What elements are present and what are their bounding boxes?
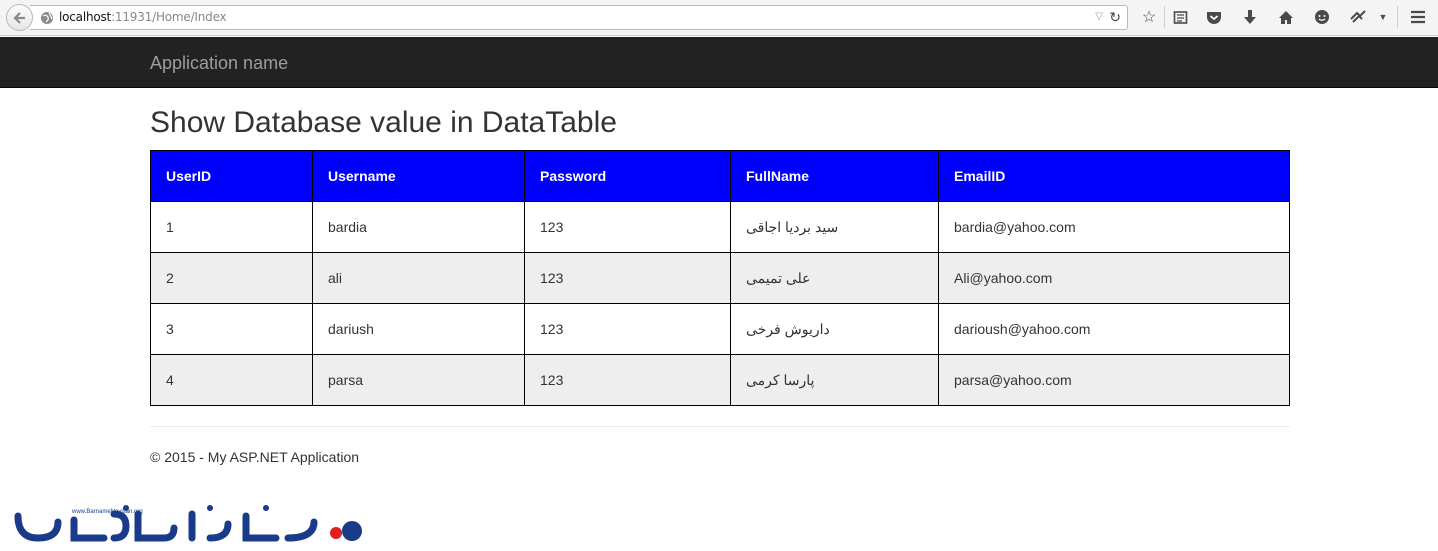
table-row: 2 ali 123 علی تمیمی Ali@yahoo.com xyxy=(150,252,1290,304)
site-logo-watermark: www.BarnameNevisan.org xyxy=(14,505,362,542)
url-text: localhost:11931/Home/Index xyxy=(59,10,227,24)
navbar: Application name xyxy=(0,37,1438,88)
reading-list-icon[interactable] xyxy=(1169,6,1191,28)
cell-userid: 3 xyxy=(150,303,313,355)
pocket-icon[interactable] xyxy=(1203,6,1225,28)
reload-icon[interactable]: ↻ xyxy=(1109,9,1121,26)
chat-icon[interactable] xyxy=(1311,6,1333,28)
cell-emailid: Ali@yahoo.com xyxy=(938,252,1290,304)
cell-emailid: bardia@yahoo.com xyxy=(938,201,1290,253)
cell-username: ali xyxy=(312,252,525,304)
cell-username: dariush xyxy=(312,303,525,355)
column-header-username[interactable]: Username xyxy=(312,150,525,202)
cell-userid: 4 xyxy=(150,354,313,406)
cell-password: 123 xyxy=(524,354,731,406)
footer-divider xyxy=(150,426,1290,427)
cell-userid: 2 xyxy=(150,252,313,304)
back-icon xyxy=(12,11,25,24)
column-header-emailid[interactable]: EmailID xyxy=(938,150,1290,202)
cell-emailid: parsa@yahoo.com xyxy=(938,354,1290,406)
table-row: 4 parsa 123 پارسا کرمی parsa@yahoo.com xyxy=(150,354,1290,406)
users-table: UserID Username Password FullName EmailI… xyxy=(150,150,1290,406)
download-icon[interactable] xyxy=(1239,6,1261,28)
extension-icon[interactable] xyxy=(1347,6,1369,28)
cell-fullname: پارسا کرمی xyxy=(730,354,939,406)
bookmark-star-icon[interactable]: ☆ xyxy=(1138,6,1160,28)
page-title: Show Database value in DataTable xyxy=(150,106,617,139)
menu-chevron-icon[interactable]: ▼ xyxy=(1372,6,1394,28)
back-button[interactable] xyxy=(6,4,33,31)
footer-copyright: © 2015 - My ASP.NET Application xyxy=(150,449,360,465)
cell-password: 123 xyxy=(524,303,731,355)
column-header-userid[interactable]: UserID xyxy=(150,150,313,202)
cell-password: 123 xyxy=(524,252,731,304)
browser-toolbar: localhost:11931/Home/Index ▽ ↻ ☆ ▼ xyxy=(0,0,1438,36)
cell-userid: 1 xyxy=(150,201,313,253)
cell-username: parsa xyxy=(312,354,525,406)
dropdown-icon[interactable]: ▽ xyxy=(1095,11,1103,22)
cell-fullname: داریوش فرخی xyxy=(730,303,939,355)
cell-emailid: darioush@yahoo.com xyxy=(938,303,1290,355)
cell-username: bardia xyxy=(312,201,525,253)
address-bar[interactable]: localhost:11931/Home/Index ▽ ↻ xyxy=(30,5,1128,30)
home-icon[interactable] xyxy=(1275,6,1297,28)
hamburger-menu-icon[interactable] xyxy=(1407,6,1429,28)
cell-fullname: علی تمیمی xyxy=(730,252,939,304)
column-header-password[interactable]: Password xyxy=(524,150,731,202)
column-header-fullname[interactable]: FullName xyxy=(730,150,939,202)
table-header-row: UserID Username Password FullName EmailI… xyxy=(150,150,1290,202)
cell-password: 123 xyxy=(524,201,731,253)
cell-fullname: سید بردیا اجاقی xyxy=(730,201,939,253)
globe-icon xyxy=(41,12,53,24)
table-row: 3 dariush 123 داریوش فرخی darioush@yahoo… xyxy=(150,303,1290,355)
brand-link[interactable]: Application name xyxy=(150,53,288,74)
table-row: 1 bardia 123 سید بردیا اجاقی bardia@yaho… xyxy=(150,201,1290,253)
svg-text:www.BarnameNevisan.org: www.BarnameNevisan.org xyxy=(71,509,143,515)
